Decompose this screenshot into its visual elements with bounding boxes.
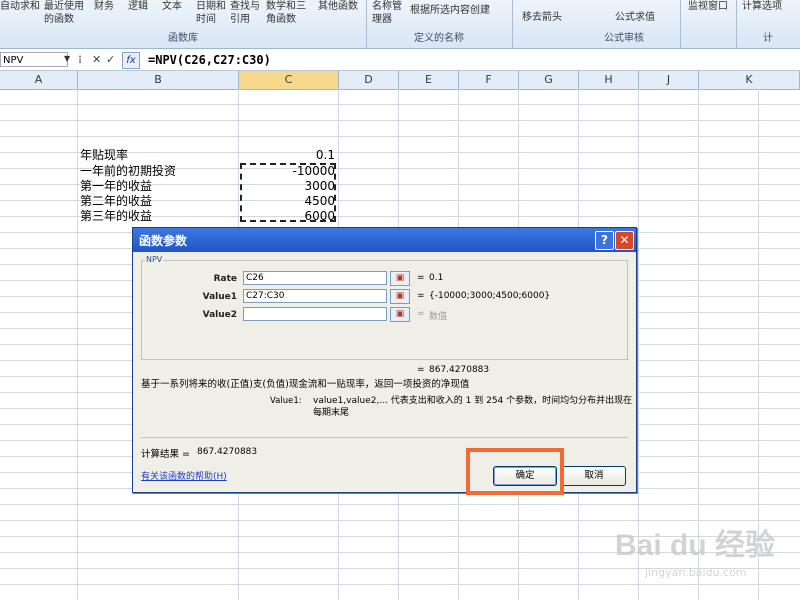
column-header-a[interactable]: A xyxy=(0,71,78,89)
column-header-e[interactable]: E xyxy=(399,71,459,89)
function-name-label: NPV xyxy=(145,255,164,264)
cancel-x-icon[interactable]: ✕ xyxy=(92,53,101,66)
financial-button[interactable]: 财务 xyxy=(94,0,114,13)
cancel-button[interactable]: 取消 xyxy=(562,466,626,486)
ok-highlight-box xyxy=(466,448,564,495)
calculation-options-button[interactable]: 计算选项 xyxy=(742,0,782,13)
value1-result: {-10000;3000;4500;6000} xyxy=(429,291,551,301)
value2-result: 数值 xyxy=(429,312,448,322)
parameter-description: value1,value2,... 代表支出和收入的 1 到 254 个参数，时… xyxy=(313,396,633,418)
recent-functions-button[interactable]: 最近使用的函数 xyxy=(44,0,88,26)
date-time-button[interactable]: 日期和时间 xyxy=(196,0,226,26)
formula-result: 867.4270883 xyxy=(429,365,490,375)
function-help-link[interactable]: 有关该函数的帮助(H) xyxy=(141,469,227,482)
insert-function-icon[interactable]: fx xyxy=(122,52,140,69)
watermark-logo: Bai du 经验 xyxy=(615,529,776,562)
column-header-k[interactable]: K xyxy=(699,71,800,89)
collapse-dialog-icon[interactable]: ▣ xyxy=(390,289,410,304)
autosum-button[interactable]: 自动求和 xyxy=(0,0,40,13)
column-header-g[interactable]: G xyxy=(519,71,579,89)
watermark-url: jingyan.baidu.com xyxy=(645,566,747,579)
cell-value[interactable]: 0.1 xyxy=(241,148,335,163)
dialog-title-bar[interactable]: 函数参数 ? ✕ xyxy=(133,228,636,252)
column-header-b[interactable]: B xyxy=(78,71,239,89)
column-header-c[interactable]: C xyxy=(239,71,339,89)
column-headers: A B C D E F G H J K xyxy=(0,71,800,90)
column-header-f[interactable]: F xyxy=(459,71,519,89)
more-functions-button[interactable]: 其他函数 xyxy=(318,0,358,13)
column-header-h[interactable]: H xyxy=(579,71,639,89)
equals-sign: = xyxy=(417,291,425,301)
watch-window-button[interactable]: 监视窗口 xyxy=(688,0,728,13)
function-description: 基于一系列将来的收(正值)支(负值)现金流和一贴现率，返回一项投资的净现值 xyxy=(141,379,470,390)
cell-label[interactable]: 年贴现率 xyxy=(80,148,128,163)
rate-result: 0.1 xyxy=(429,273,444,283)
cell-label[interactable]: 第三年的收益 xyxy=(80,209,152,224)
help-icon[interactable]: ? xyxy=(595,231,614,250)
column-header-j[interactable]: J xyxy=(639,71,699,89)
group-label-calculation: 计 xyxy=(763,33,773,44)
equals-sign: = xyxy=(417,365,425,375)
value2-input[interactable] xyxy=(243,307,387,321)
text-button[interactable]: 文本 xyxy=(162,0,182,13)
calc-result-label: 计算结果 = xyxy=(141,449,190,460)
formula-bar: NPV ▼ ⁝ ✕ ✓ fx =NPV(C26,C27:C30) xyxy=(0,50,800,71)
calc-result-value: 867.4270883 xyxy=(197,447,258,457)
cell-label[interactable]: 一年前的初期投资 xyxy=(80,164,176,179)
group-label-function-library: 函数库 xyxy=(168,33,198,44)
selection-marquee xyxy=(240,163,336,222)
enter-check-icon[interactable]: ✓ xyxy=(106,53,115,66)
more-icon: ⁝ xyxy=(78,53,83,66)
create-from-selection-button[interactable]: 根据所选内容创建 xyxy=(410,4,490,17)
cell-label[interactable]: 第二年的收益 xyxy=(80,194,152,209)
watermark: Bai du 经验 jingyan.baidu.com xyxy=(615,520,795,595)
lookup-reference-button[interactable]: 查找与引用 xyxy=(230,0,262,26)
remove-arrows-button[interactable]: 移去箭头 xyxy=(522,11,562,24)
evaluate-formula-button[interactable]: 公式求值 xyxy=(615,11,655,24)
value1-input[interactable] xyxy=(243,289,387,303)
logical-button[interactable]: 逻辑 xyxy=(128,0,148,13)
collapse-dialog-icon[interactable]: ▣ xyxy=(390,307,410,322)
dialog-title: 函数参数 xyxy=(139,234,188,248)
rate-input[interactable] xyxy=(243,271,387,285)
rate-label: Rate xyxy=(213,274,237,284)
equals-sign: = xyxy=(417,309,425,319)
divider xyxy=(141,437,628,438)
column-header-d[interactable]: D xyxy=(339,71,399,89)
parameter-name: Value1: xyxy=(270,396,302,406)
math-trig-button[interactable]: 数学和三角函数 xyxy=(266,0,310,26)
close-icon[interactable]: ✕ xyxy=(615,231,634,250)
cell-label[interactable]: 第一年的收益 xyxy=(80,179,152,194)
collapse-dialog-icon[interactable]: ▣ xyxy=(390,271,410,286)
group-label-defined-names: 定义的名称 xyxy=(414,33,464,44)
group-label-formula-auditing: 公式审核 xyxy=(604,33,644,44)
ribbon: 自动求和 最近使用的函数 财务 逻辑 文本 日期和时间 查找与引用 数学和三角函… xyxy=(0,0,800,49)
chevron-down-icon[interactable]: ▼ xyxy=(64,54,70,63)
formula-input[interactable]: =NPV(C26,C27:C30) xyxy=(148,52,271,68)
name-box[interactable]: NPV xyxy=(0,52,68,67)
value1-label: Value1 xyxy=(202,292,237,302)
name-manager-button[interactable]: 名称管理器 xyxy=(372,0,402,26)
equals-sign: = xyxy=(417,273,425,283)
value2-label: Value2 xyxy=(202,310,237,320)
